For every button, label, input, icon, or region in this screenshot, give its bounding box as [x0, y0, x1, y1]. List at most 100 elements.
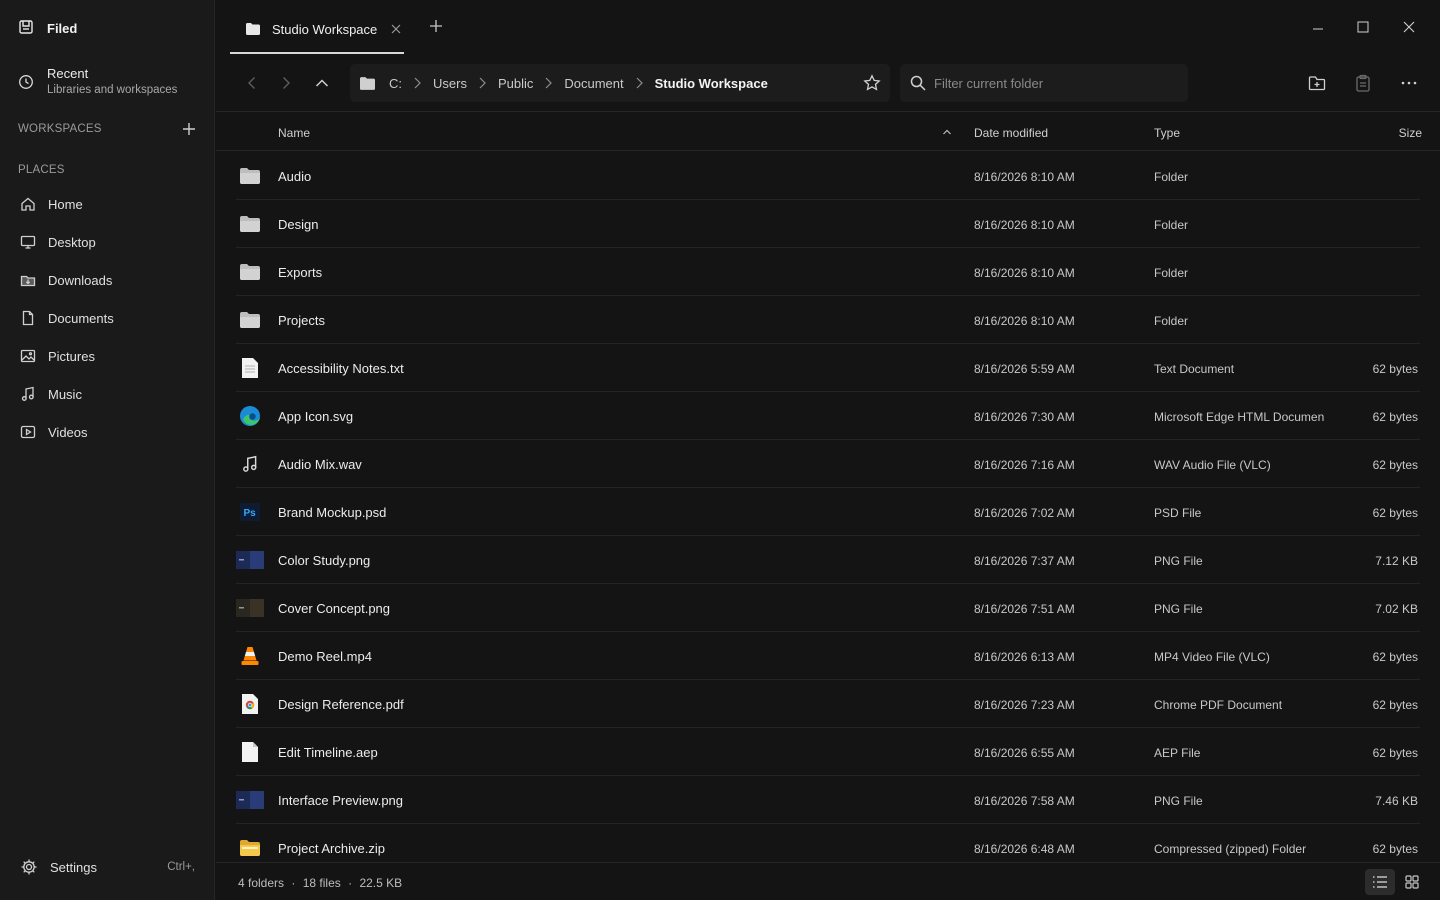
sidebar: Filed Recent Libraries and workspaces WO…: [0, 0, 215, 900]
file-size: 62 bytes: [1372, 698, 1418, 712]
folder-icon: [236, 308, 264, 332]
chevron-right-icon: [545, 77, 553, 89]
chevron-right-icon: [636, 77, 643, 89]
file-size: 62 bytes: [1372, 362, 1418, 376]
file-size: 62 bytes: [1372, 746, 1418, 760]
table-row[interactable]: App Icon.svg 8/16/2026 7:30 AM Microsoft…: [236, 392, 1420, 440]
file-name: Audio Mix.wav: [278, 457, 362, 472]
sidebar-item-label: Music: [48, 386, 82, 402]
table-row[interactable]: Design 8/16/2026 8:10 AM Folder: [236, 200, 1420, 248]
file-type: Folder: [1154, 170, 1189, 184]
search-box: [900, 64, 1188, 102]
up-button[interactable]: [312, 73, 332, 93]
breadcrumb-item-public[interactable]: Public: [498, 76, 533, 91]
table-row[interactable]: Audio 8/16/2026 8:10 AM Folder: [236, 152, 1420, 200]
star-icon: [863, 74, 881, 91]
sidebar-item-label: Downloads: [48, 272, 113, 288]
recent-title: Recent: [47, 66, 89, 81]
more-options-button[interactable]: [1399, 73, 1419, 93]
table-row[interactable]: Interface Preview.png 8/16/2026 7:58 AM …: [236, 776, 1420, 824]
edge-browser-icon: [236, 404, 264, 428]
sort-ascending-icon[interactable]: [942, 127, 952, 137]
sidebar-item-label: Pictures: [48, 348, 95, 364]
folder-icon: [236, 164, 264, 188]
table-row[interactable]: Audio Mix.wav 8/16/2026 7:16 AM WAV Audi…: [236, 440, 1420, 488]
new-folder-icon: [1308, 76, 1326, 91]
file-date: 8/16/2026 7:30 AM: [974, 410, 1075, 424]
column-header-row: Name Date modified Type Size: [216, 113, 1440, 151]
column-header-type[interactable]: Type: [1154, 126, 1180, 140]
table-row[interactable]: Ps Brand Mockup.psd 8/16/2026 7:02 AM PS…: [236, 488, 1420, 536]
file-date: 8/16/2026 7:51 AM: [974, 602, 1075, 616]
table-row[interactable]: Accessibility Notes.txt 8/16/2026 5:59 A…: [236, 344, 1420, 392]
breadcrumb-item-current[interactable]: Studio Workspace: [655, 76, 768, 91]
breadcrumb-item-document[interactable]: Document: [564, 76, 623, 91]
table-row[interactable]: Color Study.png 8/16/2026 7:37 AM PNG Fi…: [236, 536, 1420, 584]
new-folder-button[interactable]: [1307, 73, 1327, 93]
file-name: Interface Preview.png: [278, 793, 404, 808]
desktop-icon: [20, 235, 36, 249]
back-button[interactable]: [242, 73, 262, 93]
column-header-size[interactable]: Size: [1399, 126, 1422, 140]
file-type: PNG File: [1154, 554, 1203, 568]
file-name: Design Reference.pdf: [278, 697, 404, 712]
table-row[interactable]: Project Archive.zip 8/16/2026 6:48 AM Co…: [236, 824, 1420, 862]
sidebar-item-documents[interactable]: Documents: [0, 299, 215, 337]
chevron-right-icon: [414, 77, 421, 89]
file-name: Edit Timeline.aep: [278, 745, 378, 760]
sidebar-item-label: Videos: [48, 424, 88, 440]
paste-button[interactable]: [1353, 73, 1373, 93]
vlc-icon: [236, 644, 264, 668]
grid-view-button[interactable]: [1397, 869, 1427, 895]
sidebar-item-pictures[interactable]: Pictures: [0, 337, 215, 375]
file-name: Audio: [278, 169, 312, 184]
tab-studio-workspace[interactable]: Studio Workspace: [230, 4, 404, 54]
search-icon: [910, 75, 926, 91]
table-row[interactable]: Cover Concept.png 8/16/2026 7:51 AM PNG …: [236, 584, 1420, 632]
breadcrumb-item-drive[interactable]: C:: [389, 76, 402, 91]
window-close-button[interactable]: [1399, 17, 1419, 37]
file-name: Color Study.png: [278, 553, 371, 568]
sidebar-item-desktop[interactable]: Desktop: [0, 223, 215, 261]
column-header-name[interactable]: Name: [278, 126, 310, 140]
file-type: Compressed (zipped) Folder: [1154, 842, 1307, 856]
settings-shortcut: Ctrl+,: [167, 861, 195, 873]
table-row[interactable]: Design Reference.pdf 8/16/2026 7:23 AM C…: [236, 680, 1420, 728]
file-size: 62 bytes: [1372, 506, 1418, 520]
column-header-date[interactable]: Date modified: [974, 126, 1048, 140]
file-type: PNG File: [1154, 602, 1203, 616]
file-date: 8/16/2026 7:02 AM: [974, 506, 1075, 520]
file-date: 8/16/2026 8:10 AM: [974, 218, 1075, 232]
app-brand[interactable]: Filed: [18, 18, 77, 38]
search-input[interactable]: [934, 75, 1174, 91]
new-tab-button[interactable]: [426, 16, 446, 36]
settings-button[interactable]: Settings Ctrl+,: [20, 858, 195, 876]
sidebar-item-music[interactable]: Music: [0, 375, 215, 413]
sidebar-item-downloads[interactable]: Downloads: [0, 261, 215, 299]
list-view-button[interactable]: [1365, 869, 1395, 895]
file-type: AEP File: [1154, 746, 1201, 760]
maximize-icon: [1357, 21, 1369, 33]
sidebar-item-recent[interactable]: Recent Libraries and workspaces: [18, 66, 177, 96]
file-size: 7.12 KB: [1375, 554, 1418, 568]
plus-icon: [430, 20, 442, 32]
file-date: 8/16/2026 6:48 AM: [974, 842, 1075, 856]
sidebar-item-home[interactable]: Home: [0, 185, 215, 223]
file-count: 18 files: [302, 876, 341, 890]
chrome-pdf-icon: [236, 692, 264, 716]
forward-button[interactable]: [276, 73, 296, 93]
favorite-button[interactable]: [862, 73, 882, 93]
text-file-icon: [236, 356, 264, 380]
table-row[interactable]: Demo Reel.mp4 8/16/2026 6:13 AM MP4 Vide…: [236, 632, 1420, 680]
add-workspace-button[interactable]: [180, 120, 198, 138]
table-row[interactable]: Edit Timeline.aep 8/16/2026 6:55 AM AEP …: [236, 728, 1420, 776]
table-row[interactable]: Exports 8/16/2026 8:10 AM Folder: [236, 248, 1420, 296]
image-thumbnail-icon: [236, 548, 264, 572]
minimize-button[interactable]: [1308, 17, 1328, 37]
maximize-button[interactable]: [1353, 17, 1373, 37]
tab-close-button[interactable]: [388, 21, 404, 37]
sidebar-item-videos[interactable]: Videos: [0, 413, 215, 451]
file-date: 8/16/2026 7:58 AM: [974, 794, 1075, 808]
table-row[interactable]: Projects 8/16/2026 8:10 AM Folder: [236, 296, 1420, 344]
breadcrumb-item-users[interactable]: Users: [433, 76, 467, 91]
